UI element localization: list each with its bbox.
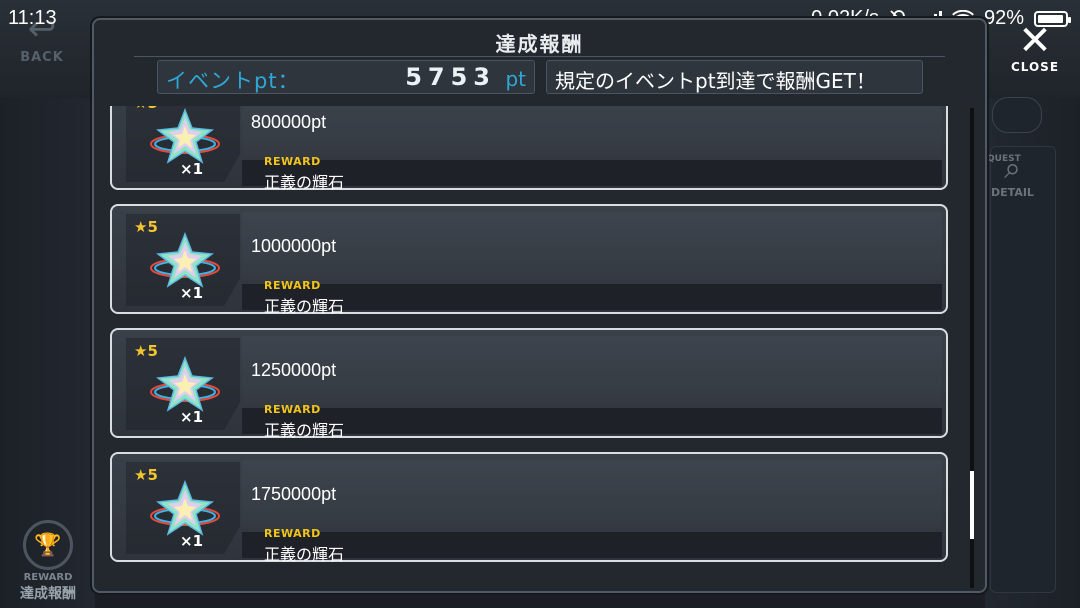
achievement-reward-dialog: 達成報酬 イベントpt： 5753 pt 規定のイベントpt到達で報酬GET！ … [92,18,987,593]
row-header-strip [242,212,942,280]
reward-name: 正義の輝石 [264,297,345,316]
reward-list[interactable]: ★5 ×1 800000pt REWARD 正義の輝石 ★5 ×1 100000… [110,106,960,576]
reward-info-text: 規定のイベントpt到達で報酬GET！ [546,60,923,94]
reward-row[interactable]: ★5 ×1 800000pt REWARD 正義の輝石 [110,106,948,192]
status-time: 11:13 [8,7,57,29]
quest-detail-button[interactable]: QUEST ⌕ DETAIL [985,152,1040,207]
required-points: 1750000pt [251,484,337,504]
reward-item-frame: ★5 ×1 [126,462,240,554]
required-points: 1000000pt [251,236,337,256]
reward-nav-button[interactable]: 🏆 REWARD 達成報酬 [8,520,88,602]
justice-gem-icon [150,231,220,290]
event-points-unit: pt [505,67,526,91]
row-reward-strip [242,408,942,434]
scrollbar-thumb[interactable] [970,471,974,539]
justice-gem-icon [150,479,220,538]
event-points-box: イベントpt： 5753 pt [157,60,535,94]
scrollbar[interactable] [970,108,974,588]
reward-row[interactable]: ★5 ×1 1000000pt REWARD 正義の輝石 [110,204,948,316]
reward-quantity: ×1 [180,284,204,302]
background-right-pill [992,97,1042,133]
row-header-strip [242,336,942,404]
reward-name: 正義の輝石 [264,421,345,440]
title-divider [134,56,945,57]
justice-gem-icon [150,107,220,166]
event-points-label: イベントpt： [166,69,300,93]
row-header-strip [242,460,942,528]
reward-item-frame: ★5 ×1 [126,338,240,430]
reward-name: 正義の輝石 [264,173,345,192]
reward-quantity: ×1 [180,160,204,178]
reward-tag: REWARD [264,155,321,168]
reward-tag: REWARD [264,403,321,416]
reward-nav-top-label: REWARD [23,572,73,583]
reward-nav-label: 達成報酬 [20,586,76,602]
reward-row[interactable]: ★5 ×1 1250000pt REWARD 正義の輝石 [110,328,948,440]
back-label: BACK [20,50,64,65]
reward-quantity: ×1 [180,532,204,550]
battery-percent: 92% [983,7,1024,29]
row-reward-strip [242,160,942,186]
close-label: CLOSE [1010,60,1060,74]
quest-detail-label: DETAIL [991,186,1034,199]
justice-gem-icon [150,355,220,414]
reward-item-frame: ★5 ×1 [126,214,240,306]
trophy-icon: 🏆 [23,520,73,570]
battery-icon [1034,10,1071,27]
event-points-value: 5753 [405,63,496,91]
dialog-title: 達成報酬 [495,32,584,56]
reward-quantity: ×1 [180,408,204,426]
row-reward-strip [242,284,942,310]
row-reward-strip [242,532,942,558]
reward-name: 正義の輝石 [264,545,345,564]
reward-tag: REWARD [264,279,321,292]
row-header-strip [242,106,942,156]
quest-detail-top-label: QUEST [987,154,1021,164]
reward-item-frame: ★5 ×1 [126,106,240,182]
required-points: 800000pt [251,112,327,132]
reward-row[interactable]: ★5 ×1 1750000pt REWARD 正義の輝石 [110,452,948,564]
reward-tag: REWARD [264,527,321,540]
background-right-slot [990,146,1056,593]
required-points: 1250000pt [251,360,337,380]
